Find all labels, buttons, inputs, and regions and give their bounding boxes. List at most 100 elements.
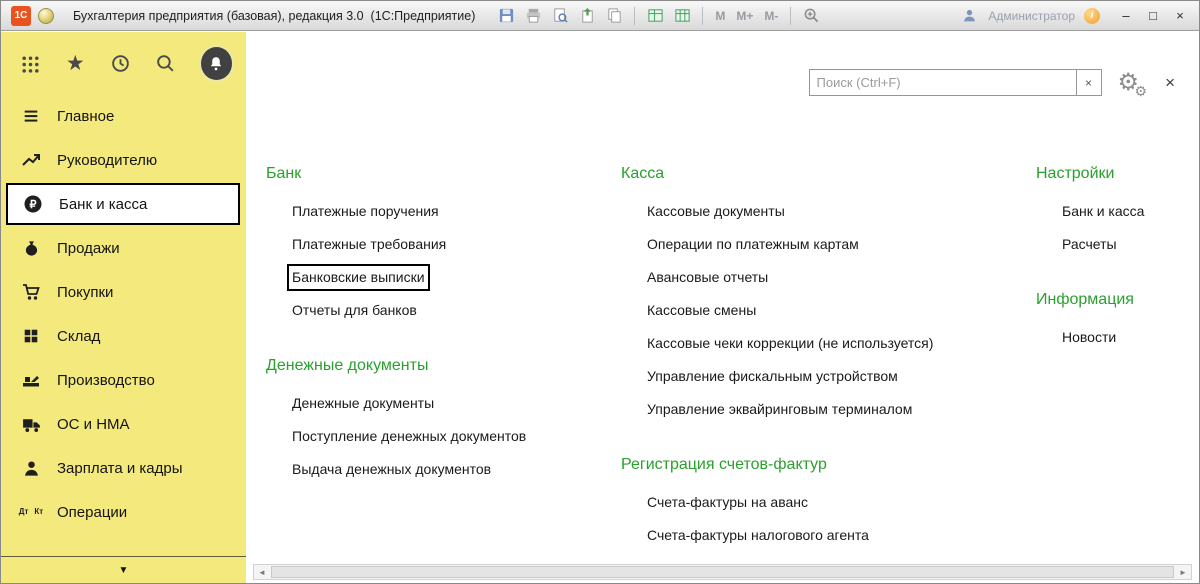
sidebar-item-zarplata-i-kadry[interactable]: Зарплата и кадры: [1, 446, 246, 490]
search-clear-button[interactable]: ×: [1077, 69, 1102, 96]
menu-link-kassovye-smeny[interactable]: Кассовые смены: [621, 294, 1051, 327]
sidebar-item-bank-i-kassa[interactable]: ₽ Банк и касса: [6, 183, 240, 225]
main-menu-button[interactable]: [38, 8, 54, 24]
sidebar-quick-icons: ★: [1, 32, 246, 90]
sidebar-item-label: Продажи: [57, 240, 120, 257]
menu-link-upravlenie-fiskalnym-ustroystvom[interactable]: Управление фискальным устройством: [621, 360, 1051, 393]
menu-link-otchety-dlya-bankov[interactable]: Отчеты для банков: [266, 294, 611, 327]
sidebar-item-label: Банк и касса: [59, 196, 147, 213]
minimize-button[interactable]: –: [1117, 8, 1135, 23]
section-title-denezhnye-dokumenty: Денежные документы: [266, 357, 611, 375]
horizontal-scrollbar[interactable]: ◄ ►: [253, 564, 1192, 580]
sidebar-item-glavnoe[interactable]: Главное: [1, 94, 246, 138]
sidebar-item-label: ОС и НМА: [57, 416, 130, 433]
menu-link-kassovye-dokumenty[interactable]: Кассовые документы: [621, 195, 1051, 228]
menu-link-upravlenie-ekvayringovym-terminalom[interactable]: Управление эквайринговым терминалом: [621, 393, 1051, 426]
titlebar-right: Администратор i – □ ×: [959, 6, 1189, 26]
sidebar-item-label: Главное: [57, 108, 114, 125]
info-icon[interactable]: i: [1084, 8, 1100, 24]
notifications-bell-icon[interactable]: [199, 45, 234, 82]
ruble-circle-icon: ₽: [21, 194, 45, 214]
menu-link-kassovye-cheki-korrekcii[interactable]: Кассовые чеки коррекции (не используется…: [621, 327, 1051, 360]
menu-link-denezhnye-dokumenty[interactable]: Денежные документы: [266, 387, 611, 420]
panel-close-icon[interactable]: ×: [1165, 73, 1175, 93]
zoom-icon[interactable]: [801, 6, 821, 26]
menu-link-operacii-po-platezhnym-kartam[interactable]: Операции по платежным картам: [621, 228, 1051, 261]
sidebar-menu: Главное Руководителю ₽ Банк и касса Прод…: [1, 94, 246, 534]
menu-link-novosti[interactable]: Новости: [1036, 321, 1200, 354]
print-icon[interactable]: [523, 6, 543, 26]
scrollbar-thumb[interactable]: [271, 566, 1174, 578]
gear-icon[interactable]: ⚙⚙: [1118, 71, 1140, 95]
table-settings-icon[interactable]: [672, 6, 692, 26]
1c-logo: 1С: [11, 6, 31, 26]
history-icon[interactable]: [109, 52, 132, 76]
sidebar-item-label: Производство: [57, 372, 155, 389]
sidebar: ★ Главное Руководителю: [1, 32, 246, 583]
sidebar-item-pokupki[interactable]: Покупки: [1, 270, 246, 314]
current-user-label[interactable]: Администратор: [988, 9, 1075, 23]
person-icon: [19, 459, 43, 478]
panel-top-bar: × ⚙⚙ ×: [809, 69, 1175, 96]
sidebar-item-prodazhi[interactable]: Продажи: [1, 226, 246, 270]
menu-link-vydacha-denezhnyh-dokumentov[interactable]: Выдача денежных документов: [266, 453, 611, 486]
favorites-star-icon[interactable]: ★: [64, 52, 87, 76]
sidebar-item-operacii[interactable]: Дт Кт Операции: [1, 490, 246, 534]
titlebar-toolbar: M M+ M-: [496, 6, 821, 26]
sidebar-item-label: Склад: [57, 328, 100, 345]
truck-icon: [19, 414, 43, 435]
menu-column-3: Настройки Банк и касса Расчеты Информаци…: [1036, 165, 1200, 354]
sidebar-item-proizvodstvo[interactable]: Производство: [1, 358, 246, 402]
calc-memory-minus-button[interactable]: M-: [762, 9, 780, 23]
menu-link-platezhnye-porucheniya[interactable]: Платежные поручения: [266, 195, 611, 228]
svg-text:₽: ₽: [30, 199, 37, 211]
sidebar-expand-button[interactable]: ▼: [1, 556, 246, 583]
print-preview-icon[interactable]: [550, 6, 570, 26]
menu-link-avansovye-otchety[interactable]: Авансовые отчеты: [621, 261, 1051, 294]
sidebar-item-sklad[interactable]: Склад: [1, 314, 246, 358]
calc-memory-plus-button[interactable]: M+: [734, 9, 755, 23]
debit-credit-icon: Дт Кт: [19, 508, 43, 516]
menu-icon: [19, 107, 43, 125]
sidebar-item-label: Зарплата и кадры: [57, 460, 183, 477]
search-input[interactable]: [809, 69, 1077, 96]
section-title-informaciya: Информация: [1036, 291, 1200, 309]
menu-link-raschety[interactable]: Расчеты: [1036, 228, 1200, 261]
apps-grid-icon[interactable]: [19, 52, 42, 76]
menu-link-bankovskie-vypiski[interactable]: Банковские выписки: [266, 261, 611, 294]
close-button[interactable]: ×: [1171, 8, 1189, 23]
user-icon[interactable]: [959, 6, 979, 26]
sidebar-item-label: Покупки: [57, 284, 113, 301]
menu-link-scheta-faktury-nalogovogo-agenta[interactable]: Счета-фактуры налогового агента: [621, 519, 1051, 552]
section-title-nastroyki: Настройки: [1036, 165, 1200, 183]
toolbar-separator: [702, 7, 703, 25]
sidebar-item-label: Операции: [57, 504, 127, 521]
sidebar-item-os-i-nma[interactable]: ОС и НМА: [1, 402, 246, 446]
section-title-kassa: Касса: [621, 165, 1051, 183]
copy-document-icon[interactable]: [604, 6, 624, 26]
focused-link-box: Банковские выписки: [287, 264, 430, 291]
save-icon[interactable]: [496, 6, 516, 26]
boxes-grid-icon: [19, 327, 43, 345]
money-bag-icon: [19, 239, 43, 258]
scroll-left-arrow[interactable]: ◄: [254, 565, 270, 579]
cart-icon: [19, 282, 43, 302]
sidebar-item-label: Руководителю: [57, 152, 157, 169]
menu-column-2: Касса Кассовые документы Операции по пла…: [621, 165, 1051, 552]
export-document-icon[interactable]: [577, 6, 597, 26]
toolbar-separator: [634, 7, 635, 25]
search-icon[interactable]: [154, 52, 177, 76]
menu-column-1: Банк Платежные поручения Платежные требо…: [266, 165, 611, 486]
table-values-icon[interactable]: [645, 6, 665, 26]
menu-link-postuplenie-denezhnyh-dokumentov[interactable]: Поступление денежных документов: [266, 420, 611, 453]
sidebar-item-rukovoditelyu[interactable]: Руководителю: [1, 138, 246, 182]
titlebar: 1С Бухгалтерия предприятия (базовая), ре…: [1, 1, 1199, 31]
calc-memory-button[interactable]: M: [713, 9, 727, 23]
chevron-down-icon: ▼: [119, 565, 129, 576]
maximize-button[interactable]: □: [1144, 8, 1162, 23]
menu-link-bank-i-kassa-nastroyki[interactable]: Банк и касса: [1036, 195, 1200, 228]
menu-link-platezhnye-trebovaniya[interactable]: Платежные требования: [266, 228, 611, 261]
menu-link-scheta-faktury-na-avans[interactable]: Счета-фактуры на аванс: [621, 486, 1051, 519]
machine-icon: [19, 370, 43, 390]
scroll-right-arrow[interactable]: ►: [1175, 565, 1191, 579]
